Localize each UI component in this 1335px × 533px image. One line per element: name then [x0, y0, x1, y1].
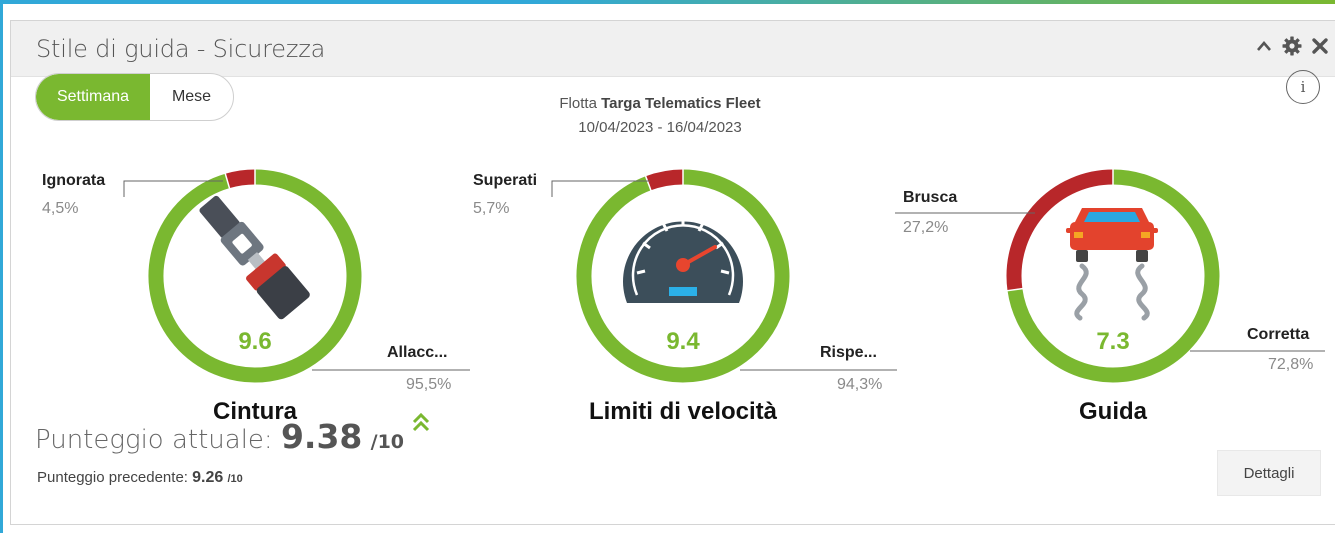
slice-label-corretta: Corretta	[1247, 326, 1310, 343]
previous-score-value: 9.26	[192, 469, 224, 486]
gauge-title: Limiti di velocità	[588, 398, 778, 425]
current-score: Punteggio attuale: 9.38 /10	[35, 412, 430, 456]
slice-pct-allacciata: 95,5%	[406, 376, 452, 393]
gauge-score: 9.6	[238, 328, 272, 355]
previous-score-label: Punteggio precedente:	[37, 469, 188, 486]
donut-slice-superati[interactable]	[645, 169, 684, 191]
slice-pct-corretta: 72,8%	[1268, 356, 1314, 373]
slice-label-rispettati: Rispe...	[820, 344, 877, 361]
slice-pct-rispettati: 94,3%	[837, 376, 883, 393]
gauge-score: 9.4	[666, 328, 700, 355]
slice-pct-superati: 5,7%	[473, 200, 510, 217]
seatbelt-icon	[199, 195, 310, 320]
previous-score: Punteggio precedente: 9.26 /10	[37, 469, 243, 487]
details-button[interactable]: Dettagli	[1217, 450, 1321, 496]
speedometer-icon	[623, 217, 743, 303]
current-score-value: 9.38	[280, 417, 363, 456]
slice-label-superati: Superati	[473, 172, 538, 189]
current-score-unit: /10	[370, 431, 405, 453]
current-score-label: Punteggio attuale:	[35, 425, 273, 455]
slice-label-allacciata: Allacc...	[387, 344, 448, 361]
gauge-score: 7.3	[1096, 328, 1130, 355]
skidding-car-icon	[1066, 208, 1158, 321]
trend-up-icon	[412, 411, 430, 439]
slice-label-brusca: Brusca	[903, 189, 958, 206]
slice-pct-brusca: 27,2%	[903, 219, 949, 236]
previous-score-unit: /10	[227, 473, 243, 485]
gauge-title: Guida	[1078, 398, 1147, 425]
slice-label-ignorata: Ignorata	[42, 172, 106, 189]
donut-slice-ignorata[interactable]	[225, 169, 256, 189]
slice-pct-ignorata: 4,5%	[42, 200, 79, 217]
